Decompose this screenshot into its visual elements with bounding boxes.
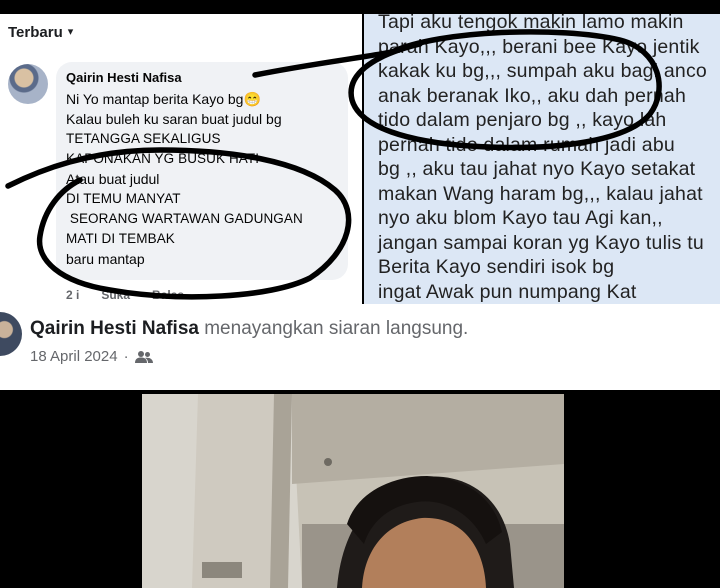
chat-line: ingat Awak pun numpang Kat <box>378 280 637 303</box>
chat-line: pernah tido dalam rumah jadi abu <box>378 133 675 156</box>
comment-line: baru mantap <box>66 251 145 267</box>
meta-separator: · <box>123 348 129 365</box>
comment-line: DI TEMU MANYAT <box>66 191 181 206</box>
comment-line: MATI DI TEMBAK <box>66 231 175 246</box>
chat-line: parah Kayo,,, berani bee Kayo jentik <box>378 35 700 58</box>
sort-label: Terbaru <box>8 24 63 41</box>
chat-line: nyo aku blom Kayo tau Agi kan,, <box>378 207 663 229</box>
chat-line: makan Wang haram bg,,, kalau jahat <box>378 182 703 205</box>
post-action-text: menayangkan siaran langsung. <box>198 318 469 339</box>
comment-author[interactable]: Qairin Hesti Nafisa <box>66 70 182 85</box>
chat-line: kakak ku bg,,, sumpah aku bagi anco <box>378 60 707 82</box>
chevron-down-icon: ▾ <box>67 26 74 38</box>
chat-line: jangan sampai koran yg Kayo tulis tu <box>378 231 704 254</box>
comment-line: KAPONAKAN YG BUSUK HATI <box>66 151 260 166</box>
post-date[interactable]: 18 April 2024 <box>30 348 118 365</box>
chat-line: bg ,, aku tau jahat nyo Kayo setakat <box>378 158 696 180</box>
like-link[interactable]: Suka <box>101 288 130 302</box>
post-author-name[interactable]: Qairin Hesti Nafisa <box>30 318 199 339</box>
reply-link[interactable]: Balas <box>152 288 184 302</box>
comment-line: TETANGGA SEKALIGUS <box>66 131 221 146</box>
comment-line: Ni Yo mantap berita Kayo bg😁 <box>66 91 261 107</box>
comment-line: Kalau buleh ku saran buat judul bg <box>66 111 282 127</box>
post-header: Qairin Hesti Nafisa menayangkan siaran l… <box>0 304 720 390</box>
chat-line: Tapi aku tengok makin lamo makin <box>378 14 684 33</box>
chat-message-screenshot: Tapi aku tengok makin lamo makin parah K… <box>364 14 720 304</box>
sort-dropdown[interactable]: Terbaru ▾ <box>8 24 73 41</box>
comment-text: Ni Yo mantap berita Kayo bg😁 Kalau buleh… <box>66 89 303 269</box>
comment-timestamp[interactable]: 2 i <box>66 288 79 302</box>
chat-line: Berita Kayo sendiri isok bg <box>378 256 615 278</box>
chat-line: anak beranak Iko,, aku dah pernah <box>378 84 686 107</box>
comment-bubble: Qairin Hesti Nafisa Ni Yo mantap berita … <box>56 62 348 280</box>
comment-line: SEORANG WARTAWAN GADUNGAN <box>66 211 303 226</box>
comment-actions: 2 i Suka Balas <box>66 288 184 302</box>
friends-icon <box>134 350 153 363</box>
video-frame[interactable] <box>142 394 564 588</box>
chat-message-text: Tapi aku tengok makin lamo makin parah K… <box>378 14 707 304</box>
post-author-avatar[interactable] <box>0 312 22 356</box>
live-video-player[interactable] <box>0 390 720 588</box>
post-title: Qairin Hesti Nafisa menayangkan siaran l… <box>30 318 468 340</box>
commenter-avatar[interactable] <box>8 64 48 104</box>
comment-panel: Terbaru ▾ Qairin Hesti Nafisa Ni Yo mant… <box>0 14 362 304</box>
comment-line: Atau buat judul <box>66 171 160 187</box>
video-scene <box>142 394 564 588</box>
post-meta: 18 April 2024 · <box>30 348 153 365</box>
chat-line: tido dalam penjaro bg ,, kayo lah <box>378 109 667 131</box>
